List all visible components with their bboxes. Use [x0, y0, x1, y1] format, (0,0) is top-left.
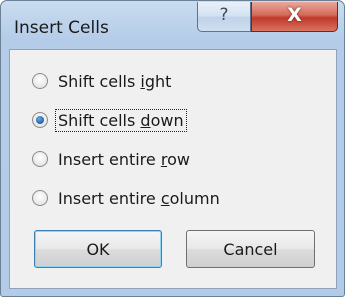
option-label: Shift cells ight [58, 71, 172, 91]
dialog-title: Insert Cells [14, 18, 109, 38]
dialog-body: Shift cells ight Shift cells down Insert… [9, 49, 337, 289]
title-bar[interactable]: Insert Cells ? X [1, 1, 344, 49]
option-insert-entire-row[interactable]: Insert entire row [32, 146, 192, 172]
option-label: Shift cells down [55, 108, 187, 132]
close-icon: X [287, 4, 302, 26]
help-icon: ? [219, 5, 229, 25]
cancel-button[interactable]: Cancel [186, 230, 315, 268]
option-insert-entire-column[interactable]: Insert entire column [32, 185, 222, 211]
ok-button[interactable]: OK [34, 230, 162, 268]
radio-shift-cells-down[interactable] [32, 112, 48, 128]
option-shift-cells-down[interactable]: Shift cells down [32, 107, 187, 133]
option-label: Insert entire row [58, 149, 190, 169]
close-button[interactable]: X [251, 2, 338, 32]
radio-insert-entire-column[interactable] [32, 190, 48, 206]
radio-shift-cells-right[interactable] [32, 73, 48, 89]
option-shift-cells-right[interactable]: Shift cells ight [32, 68, 173, 94]
insert-cells-dialog: Insert Cells ? X Shift cells ight Shift … [0, 0, 345, 297]
radio-insert-entire-row[interactable] [32, 151, 48, 167]
help-button[interactable]: ? [197, 2, 251, 32]
option-label: Insert entire column [58, 188, 220, 208]
